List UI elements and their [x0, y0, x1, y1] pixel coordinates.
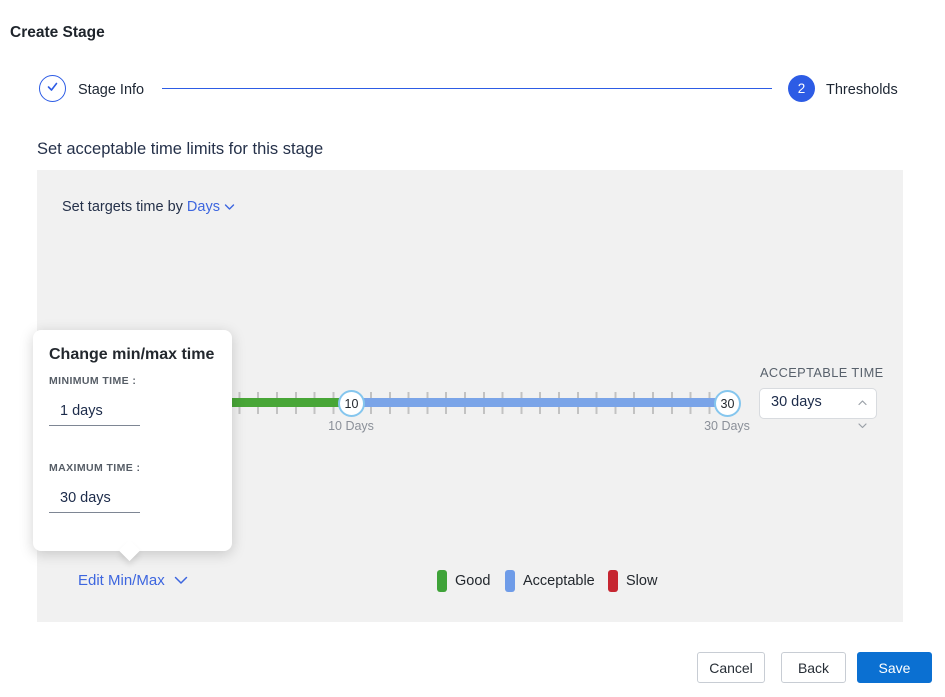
target-time-row: Set targets time by Days [62, 199, 235, 215]
section-heading: Set acceptable time limits for this stag… [37, 140, 323, 159]
acceptable-time-input[interactable] [771, 394, 855, 410]
popup-title: Change min/max time [49, 346, 214, 364]
acceptable-time-label: ACCEPTABLE TIME [760, 365, 884, 380]
slider-min-handle[interactable]: 10 [338, 390, 365, 417]
slider-max-label: 30 Days [687, 419, 767, 433]
save-button[interactable]: Save [857, 652, 932, 683]
acceptable-time-box [759, 388, 877, 419]
step-1-label: Stage Info [78, 82, 144, 98]
legend-swatch-acceptable [505, 570, 515, 592]
target-time-prefix: Set targets time by [62, 199, 183, 215]
step-2-indicator[interactable]: 2 [788, 75, 815, 102]
cancel-button[interactable]: Cancel [697, 652, 765, 683]
step-2-label: Thresholds [826, 82, 898, 98]
chevron-down-icon[interactable] [858, 416, 867, 434]
minimum-time-label: MINIMUM TIME : [49, 375, 136, 387]
slider-max-handle-value: 30 [721, 397, 735, 411]
stepper-connector-line [162, 88, 772, 89]
back-button[interactable]: Back [781, 652, 846, 683]
maximum-time-label: MAXIMUM TIME : [49, 462, 140, 474]
legend-label-acceptable: Acceptable [523, 573, 595, 589]
chevron-down-icon [174, 572, 188, 589]
acceptable-time-stepper[interactable] [858, 393, 867, 434]
edit-minmax-link[interactable]: Edit Min/Max [78, 572, 188, 589]
check-icon [45, 79, 60, 99]
slider-min-label: 10 Days [311, 419, 391, 433]
minimum-time-field[interactable] [49, 396, 140, 426]
legend-label-good: Good [455, 573, 490, 589]
change-minmax-popup: Change min/max time MINIMUM TIME : MAXIM… [33, 330, 232, 551]
legend-label-slow: Slow [626, 573, 657, 589]
create-stage-dialog: Create Stage Stage Info 2 Thresholds Set… [0, 0, 945, 697]
step-1-indicator[interactable] [39, 75, 66, 102]
page-title: Create Stage [10, 24, 105, 42]
step-2-number: 2 [798, 81, 806, 96]
chevron-down-icon [224, 199, 235, 215]
target-time-unit-value: Days [187, 199, 220, 215]
slider-min-handle-value: 10 [345, 397, 359, 411]
edit-minmax-label: Edit Min/Max [78, 572, 165, 589]
legend-item-acceptable: Acceptable [505, 570, 595, 592]
legend-item-slow: Slow [608, 570, 657, 592]
chevron-up-icon[interactable] [858, 393, 867, 411]
target-time-unit-dropdown[interactable]: Days [187, 199, 235, 215]
legend-swatch-slow [608, 570, 618, 592]
maximum-time-field[interactable] [49, 483, 140, 513]
legend-item-good: Good [437, 570, 490, 592]
legend-swatch-good [437, 570, 447, 592]
slider-max-handle[interactable]: 30 [714, 390, 741, 417]
slider-track-acceptable[interactable] [351, 398, 727, 407]
